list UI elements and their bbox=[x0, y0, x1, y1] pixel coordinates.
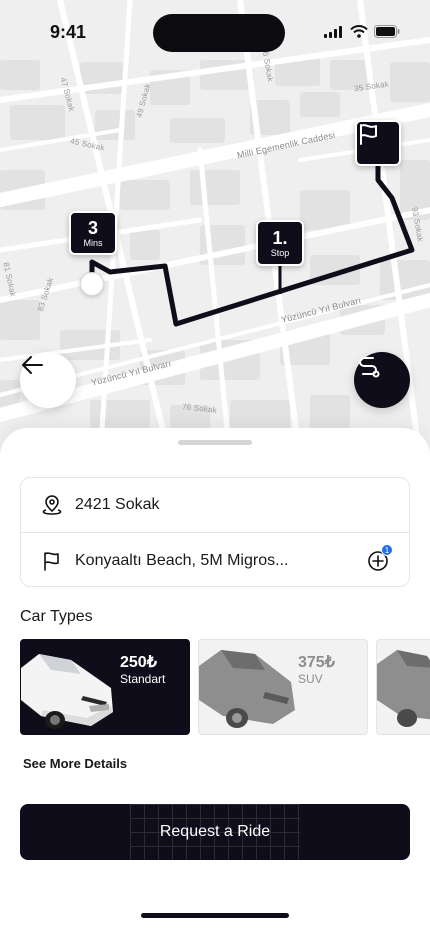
flag-icon bbox=[44, 551, 59, 571]
bottom-sheet: 2421 Sokak Konyaaltı Beach, 5M Migros...… bbox=[0, 428, 430, 932]
eta-value: 3 bbox=[87, 218, 98, 238]
car-card-suv[interactable]: 375₺ SUV bbox=[198, 639, 368, 735]
wifi-icon bbox=[350, 25, 368, 38]
car-type-list[interactable]: 250₺ Standart 375₺ SUV bbox=[20, 639, 430, 735]
car-types-title: Car Types bbox=[20, 608, 93, 625]
car-price: 375₺ bbox=[298, 654, 335, 671]
car-image bbox=[377, 650, 430, 727]
suv-car-image bbox=[199, 650, 295, 728]
add-stop-button[interactable]: 1 bbox=[367, 544, 393, 572]
route-icon bbox=[359, 357, 380, 378]
flag-icon bbox=[360, 124, 377, 145]
eta-marker: 3 Mins bbox=[69, 211, 117, 255]
home-indicator[interactable] bbox=[141, 913, 289, 918]
status-bar: 9:41 bbox=[0, 0, 430, 60]
back-button[interactable] bbox=[20, 352, 76, 408]
stop-count-badge: 1 bbox=[381, 544, 393, 556]
status-time: 9:41 bbox=[50, 22, 87, 42]
route-button[interactable] bbox=[354, 352, 410, 408]
eta-unit: Mins bbox=[83, 238, 103, 248]
stop-marker[interactable]: 1. Stop bbox=[256, 220, 304, 266]
status-icons bbox=[324, 25, 400, 38]
destination-row[interactable]: Konyaaltı Beach, 5M Migros... 1 bbox=[21, 533, 409, 588]
see-more-details-link[interactable]: See More Details bbox=[23, 756, 127, 771]
stop-number: 1. bbox=[272, 228, 288, 248]
map-view[interactable]: Milli Egemenlik Caddesi Yüzüncü Yıl Bulv… bbox=[0, 0, 430, 460]
signal-icon bbox=[324, 25, 342, 38]
request-ride-label: Request a Ride bbox=[159, 823, 271, 840]
location-pin-icon bbox=[42, 495, 62, 515]
car-card-standart[interactable]: 250₺ Standart bbox=[20, 639, 190, 735]
arrow-left-icon bbox=[22, 356, 43, 374]
pickup-row[interactable]: 2421 Sokak bbox=[21, 478, 409, 533]
sedan-car-image bbox=[21, 654, 113, 729]
dynamic-island bbox=[153, 14, 285, 52]
sheet-handle[interactable] bbox=[178, 440, 252, 445]
stop-label: Stop bbox=[270, 248, 290, 258]
battery-icon bbox=[374, 25, 400, 38]
destination-marker[interactable] bbox=[355, 120, 401, 166]
route-card: 2421 Sokak Konyaaltı Beach, 5M Migros...… bbox=[20, 477, 410, 587]
request-ride-button[interactable]: Request a Ride bbox=[20, 804, 410, 860]
origin-marker bbox=[80, 272, 104, 296]
car-type-label: SUV bbox=[298, 672, 323, 686]
car-type-label: Standart bbox=[120, 672, 166, 686]
destination-address: Konyaaltı Beach, 5M Migros... bbox=[75, 551, 289, 569]
car-card-more[interactable] bbox=[376, 639, 430, 735]
car-price: 250₺ bbox=[120, 654, 157, 671]
pickup-address: 2421 Sokak bbox=[75, 496, 160, 513]
